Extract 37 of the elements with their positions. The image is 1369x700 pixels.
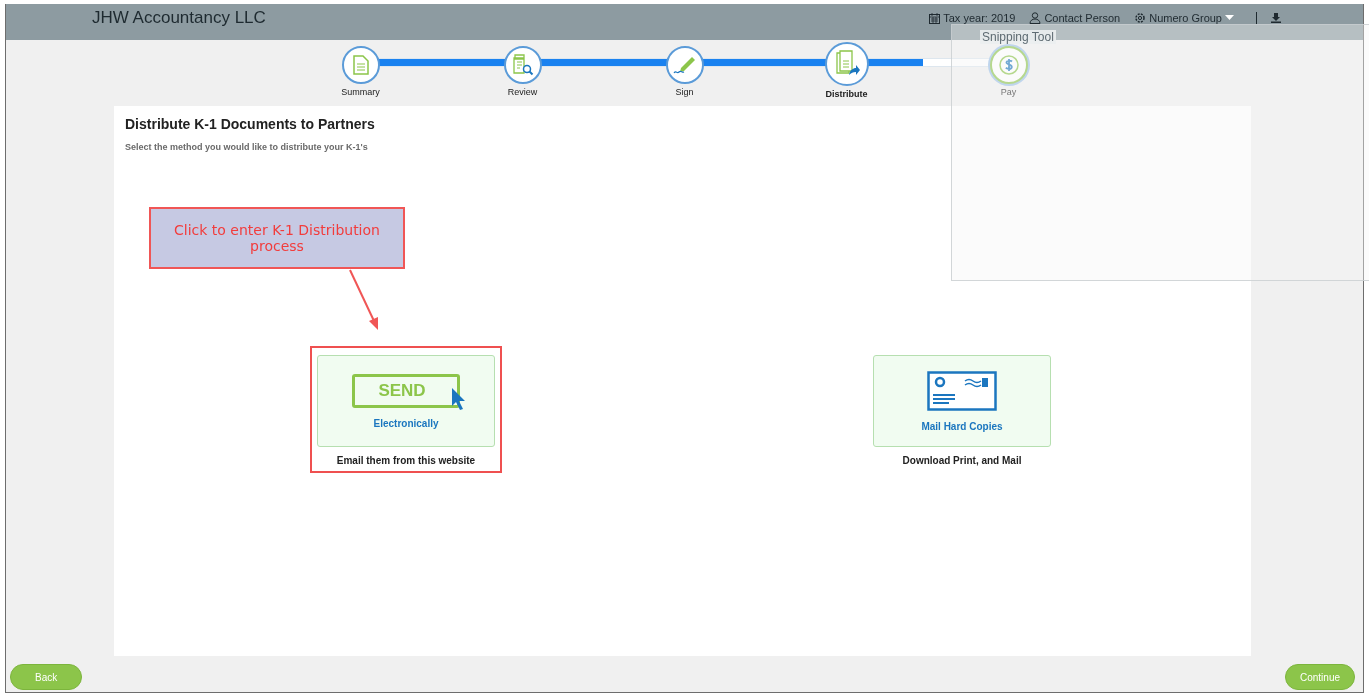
- tax-year-menu[interactable]: Tax year: 2019: [929, 12, 1016, 24]
- pen-icon: [672, 54, 697, 76]
- step-circle[interactable]: [824, 42, 869, 86]
- group-label: Numero Group: [1149, 12, 1222, 24]
- option-card[interactable]: Mail Hard Copies: [873, 355, 1051, 447]
- company-name: JHW Accountancy LLC: [92, 8, 266, 28]
- callout-text: Click to enter K-1 Distribution process: [173, 222, 381, 254]
- dollar-icon: [998, 55, 1019, 75]
- contact-label: Contact Person: [1044, 12, 1121, 24]
- step-label: Distribute: [825, 89, 868, 99]
- user-icon: [1029, 12, 1042, 24]
- step-circle[interactable]: [665, 46, 704, 84]
- step-label: Review: [507, 87, 538, 97]
- settings-icon: [1134, 12, 1147, 24]
- document-share-icon: [833, 50, 860, 78]
- page-subtitle: Select the method you would like to distribute your K-1's: [125, 142, 369, 152]
- group-menu[interactable]: Numero Group: [1134, 12, 1234, 24]
- option-card[interactable]: SEND Electronically: [317, 355, 495, 447]
- envelope-icon: [927, 370, 997, 411]
- step-circle[interactable]: [503, 46, 542, 84]
- step-label: Sign: [675, 87, 694, 97]
- step-circle[interactable]: [989, 46, 1028, 84]
- calendar-icon: [929, 12, 941, 24]
- overlay-window-title: Snipping Tool: [980, 30, 1056, 44]
- step-circle[interactable]: [341, 46, 380, 84]
- page-title: Distribute K-1 Documents to Partners: [125, 116, 376, 132]
- tax-year-label: Tax year: 2019: [943, 12, 1016, 24]
- download-icon[interactable]: [1271, 13, 1281, 23]
- step-label: Summary: [341, 87, 380, 97]
- step-label: Pay: [1000, 87, 1017, 97]
- option-caption: Email them from this website: [336, 455, 476, 466]
- document-search-icon: [511, 54, 534, 76]
- send-text: SEND: [378, 380, 426, 401]
- document-icon: [352, 55, 369, 75]
- contact-menu[interactable]: Contact Person: [1029, 12, 1121, 24]
- option-caption: Download Print, and Mail: [902, 455, 1022, 466]
- caret-icon: [1225, 15, 1234, 21]
